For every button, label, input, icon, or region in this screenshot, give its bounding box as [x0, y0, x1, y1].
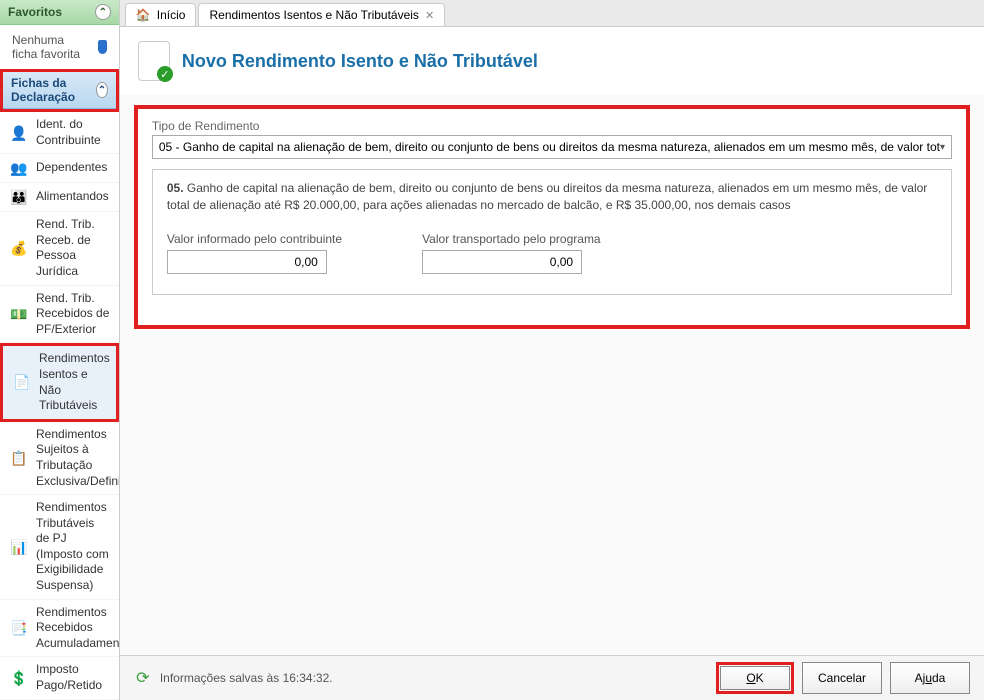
cancelar-button[interactable]: Cancelar [802, 662, 882, 694]
tab-rendimentos[interactable]: Rendimentos Isentos e Não Tributáveis ✕ [198, 3, 445, 26]
people-icon: 👥 [10, 159, 28, 177]
document-icon: 📄 [13, 374, 31, 392]
refresh-icon: ⟳ [134, 669, 152, 687]
fichas-label: Fichas da Declaração [11, 76, 96, 104]
favoritos-label: Favoritos [8, 5, 62, 19]
fichas-header[interactable]: Fichas da Declaração ⌃ [3, 72, 116, 109]
chart-icon: 📊 [10, 538, 28, 556]
nav-rend-acumulada[interactable]: 📑Rendimentos Recebidos Acumuladamente [0, 600, 119, 658]
page-title-bar: Novo Rendimento Isento e Não Tributável [120, 27, 984, 95]
person-icon: 👤 [10, 124, 28, 142]
footer-buttons: OK Cancelar Ajuda [716, 662, 970, 694]
rendimento-description: 05. Ganho de capital na alienação de bem… [167, 180, 937, 214]
tipo-rendimento-label: Tipo de Rendimento [152, 119, 952, 133]
nav-alimentandos[interactable]: 👪Alimentandos [0, 183, 119, 212]
home-icon: 🏠 [136, 8, 151, 22]
rendimento-detail-box: 05. Ganho de capital na alienação de bem… [152, 169, 952, 295]
close-icon[interactable]: ✕ [425, 9, 434, 22]
nav-rend-tribut-pj-suspensa[interactable]: 📊Rendimentos Tributáveis de PJ (Imposto … [0, 495, 119, 600]
valor-transportado-col: Valor transportado pelo programa [422, 232, 601, 274]
fichas-header-highlight: Fichas da Declaração ⌃ [0, 69, 119, 112]
nav-rend-trib-pf[interactable]: 💵Rend. Trib. Recebidos de PF/Exterior [0, 286, 119, 344]
nav-ident-contribuinte[interactable]: 👤Ident. do Contribuinte [0, 112, 119, 154]
nav-list: 👤Ident. do Contribuinte 👥Dependentes 👪Al… [0, 112, 119, 700]
valor-informado-label: Valor informado pelo contribuinte [167, 232, 342, 246]
dollar-icon: 💲 [10, 669, 28, 687]
clipboard-icon: 📋 [10, 449, 28, 467]
nav-dependentes[interactable]: 👥Dependentes [0, 154, 119, 183]
valor-informado-input[interactable] [167, 250, 327, 274]
tipo-rendimento-dropdown[interactable]: 05 - Ganho de capital na alienação de be… [152, 135, 952, 159]
content-area: Tipo de Rendimento 05 - Ganho de capital… [120, 95, 984, 655]
ajuda-button[interactable]: Ajuda [890, 662, 970, 694]
form-highlight-frame: Tipo de Rendimento 05 - Ganho de capital… [134, 105, 970, 329]
nav-imposto-pago[interactable]: 💲Imposto Pago/Retido [0, 657, 119, 699]
valor-informado-col: Valor informado pelo contribuinte [167, 232, 342, 274]
document-check-icon [138, 41, 170, 81]
no-favorite-text: Nenhuma ficha favorita [0, 25, 119, 69]
footer-status: ⟳ Informações salvas às 16:34:32. [134, 669, 333, 687]
money-icon: 💰 [10, 239, 28, 257]
page-title: Novo Rendimento Isento e Não Tributável [182, 51, 538, 72]
docs-icon: 📑 [10, 619, 28, 637]
valor-transportado-input[interactable] [422, 250, 582, 274]
ok-highlight: OK [716, 662, 794, 694]
ok-button[interactable]: OK [720, 666, 790, 690]
footer-bar: ⟳ Informações salvas às 16:34:32. OK Can… [120, 655, 984, 700]
values-row: Valor informado pelo contribuinte Valor … [167, 232, 937, 274]
main-area: 🏠 Início Rendimentos Isentos e Não Tribu… [120, 0, 984, 700]
cash-icon: 💵 [10, 305, 28, 323]
shield-icon [98, 40, 107, 54]
favoritos-header[interactable]: Favoritos ⌃ [0, 0, 119, 25]
valor-transportado-label: Valor transportado pelo programa [422, 232, 601, 246]
chevron-up-icon[interactable]: ⌃ [96, 82, 108, 98]
nav-rend-trib-pj[interactable]: 💰Rend. Trib. Receb. de Pessoa Jurídica [0, 212, 119, 285]
tab-bar: 🏠 Início Rendimentos Isentos e Não Tribu… [120, 0, 984, 27]
chevron-down-icon: ▾ [940, 142, 945, 153]
tab-inicio[interactable]: 🏠 Início [125, 3, 197, 26]
sidebar: Favoritos ⌃ Nenhuma ficha favorita Ficha… [0, 0, 120, 700]
nav-rend-tribut-exclusiva[interactable]: 📋Rendimentos Sujeitos à Tributação Exclu… [0, 422, 119, 495]
nav-rend-isentos[interactable]: 📄Rendimentos Isentos e Não Tributáveis [0, 343, 119, 421]
family-icon: 👪 [10, 188, 28, 206]
chevron-up-icon[interactable]: ⌃ [95, 4, 111, 20]
